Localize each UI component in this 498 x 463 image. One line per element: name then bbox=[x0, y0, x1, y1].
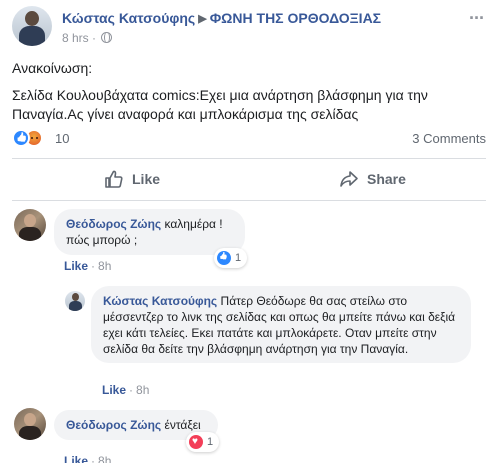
divider bbox=[12, 158, 486, 159]
share-button[interactable]: Share bbox=[339, 160, 406, 198]
comment-reaction-pill[interactable]: 1 bbox=[186, 432, 220, 452]
comment-time[interactable]: 8h bbox=[98, 454, 111, 463]
share-arrow-icon bbox=[340, 171, 358, 187]
comment-bubble: Θεόδωρος Ζώης καλημέρα ! πώς μπορώ ; bbox=[54, 209, 245, 255]
comment-reaction-pill[interactable]: 1 bbox=[214, 248, 248, 268]
post-announcement: Ανακοίνωση: bbox=[12, 60, 93, 76]
author-line: Κώστας Κατσούφης ▶ ΦΩΝΗ ΤΗΣ ΟΡΘΟΔΟΞΙΑΣ bbox=[62, 10, 381, 26]
globe-icon bbox=[101, 31, 113, 43]
post-header: Κώστας Κατσούφης ▶ ΦΩΝΗ ΤΗΣ ΟΡΘΟΔΟΞΙΑΣ 8 h… bbox=[12, 6, 486, 46]
right-triangle-icon: ▶ bbox=[198, 13, 207, 25]
more-options-icon[interactable]: ··· bbox=[469, 8, 485, 29]
comment-text: καλημέρα ! bbox=[161, 217, 223, 231]
reply-like-link[interactable]: Like bbox=[102, 383, 126, 397]
share-label: Share bbox=[367, 171, 406, 187]
like-icon[interactable] bbox=[12, 129, 30, 147]
comment-like-link[interactable]: Like bbox=[64, 454, 88, 463]
reply-avatar[interactable] bbox=[65, 291, 85, 311]
comment-actions: Like · 8h bbox=[64, 259, 112, 273]
reply-time[interactable]: 8h bbox=[136, 383, 149, 397]
thumbs-up-icon bbox=[105, 170, 123, 188]
author-name[interactable]: Κώστας Κατσούφης bbox=[62, 10, 195, 26]
reply-bubble: Κώστας Κατσούφης Πάτερ Θεόδωρε θα σας στ… bbox=[91, 286, 471, 363]
comment-reaction-count: 1 bbox=[235, 252, 242, 264]
comment-time[interactable]: 8h bbox=[98, 259, 111, 273]
post-body: Σελίδα Κουλουβάχατα comics:Εχει μια ανάρ… bbox=[12, 87, 428, 122]
comment-like-link[interactable]: Like bbox=[64, 259, 88, 273]
post-time[interactable]: 8 hrs bbox=[62, 31, 89, 45]
like-icon bbox=[217, 251, 231, 265]
reaction-summary: 10 3 Comments bbox=[12, 128, 486, 150]
author-avatar[interactable] bbox=[12, 6, 52, 46]
commenter-name[interactable]: Θεόδωρος Ζώης bbox=[66, 217, 161, 231]
like-button[interactable]: Like bbox=[104, 160, 160, 198]
like-label: Like bbox=[132, 171, 161, 187]
comment-reaction-count: 1 bbox=[207, 436, 214, 448]
divider bbox=[12, 200, 486, 201]
comment-text: έντάξει bbox=[161, 418, 201, 432]
comment-actions: Like · 8h bbox=[64, 454, 111, 463]
commenter-avatar[interactable] bbox=[14, 209, 46, 241]
comment-text-line2: πώς μπορώ ; bbox=[66, 233, 138, 247]
commenter-avatar[interactable] bbox=[14, 408, 46, 440]
post-meta: 8 hrs · bbox=[62, 31, 113, 45]
reaction-count[interactable]: 10 bbox=[55, 131, 69, 146]
commenter-name[interactable]: Θεόδωρος Ζώης bbox=[66, 418, 161, 432]
reply-author-name[interactable]: Κώστας Κατσούφης bbox=[103, 294, 217, 308]
reply-actions: Like · 8h bbox=[102, 383, 150, 397]
meta-separator: · bbox=[92, 31, 97, 45]
comments-count[interactable]: 3 Comments bbox=[412, 131, 486, 146]
love-icon bbox=[189, 435, 203, 449]
group-name[interactable]: ΦΩΝΗ ΤΗΣ ΟΡΘΟΔΟΞΙΑΣ bbox=[210, 10, 381, 26]
